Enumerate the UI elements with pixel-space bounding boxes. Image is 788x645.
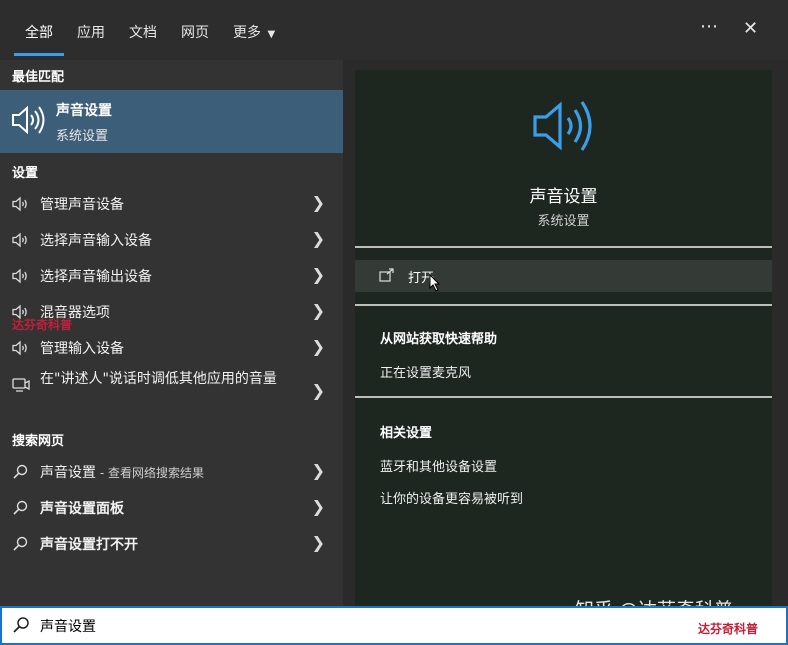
web-help-link[interactable]: 正在设置麦克风 (380, 362, 471, 381)
tab-documents[interactable]: 文档 (129, 22, 157, 42)
active-tab-indicator (14, 53, 64, 56)
related-link-hear-better[interactable]: 让你的设备更容易被听到 (380, 488, 523, 507)
divider (355, 396, 772, 398)
chevron-right-icon: ❯ (311, 265, 325, 284)
web-item-suffix: - 查看网络搜索结果 (96, 466, 204, 480)
search-header: 全部 应用 文档 网页 更多 ▼ ⋯ ✕ (0, 0, 788, 60)
web-item-sound-settings[interactable]: 声音设置 - 查看网络搜索结果 ❯ (0, 455, 343, 489)
search-input[interactable] (38, 614, 642, 638)
search-icon (13, 536, 28, 551)
settings-item-label: 管理输入设备 (40, 341, 124, 357)
speaker-icon (12, 268, 27, 284)
chevron-right-icon: ❯ (311, 337, 325, 356)
web-item-sound-settings-panel[interactable]: 声音设置面板 ❯ (0, 491, 343, 525)
search-icon (13, 500, 28, 515)
preview-card: 声音设置 系统设置 打开 从网站获取快速帮助 正在设置麦克风 相关设置 蓝牙和其… (355, 70, 772, 608)
chevron-right-icon: ❯ (311, 301, 325, 320)
tab-apps[interactable]: 应用 (77, 22, 105, 42)
best-match-title: 声音设置 (56, 103, 112, 119)
web-search-header: 搜索网页 (12, 434, 65, 449)
settings-item-sound-input[interactable]: 选择声音输入设备 ❯ (0, 223, 343, 257)
chevron-right-icon: ❯ (311, 193, 325, 212)
web-help-header: 从网站获取快速帮助 (380, 332, 498, 347)
chevron-right-icon: ❯ (311, 461, 325, 480)
tab-more-label: 更多 (233, 25, 261, 41)
settings-item-manage-input[interactable]: 管理输入设备 ❯ (0, 331, 343, 365)
speaker-icon (12, 340, 27, 356)
settings-item-label: 选择声音输出设备 (40, 269, 152, 285)
web-item-query: 声音设置 (40, 465, 96, 481)
tab-more[interactable]: 更多 ▼ (233, 22, 275, 42)
web-item-label: 声音设置 - 查看网络搜索结果 (40, 462, 204, 482)
results-panel: 最佳匹配 声音设置 系统设置 设置 管理声音设备 ❯ 选择声音输入设备 ❯ 选择… (0, 60, 343, 608)
speaker-icon (12, 196, 27, 212)
related-settings-header: 相关设置 (380, 426, 433, 441)
web-item-label: 声音设置面板 (40, 501, 124, 517)
settings-header: 设置 (12, 166, 39, 181)
preview-subtitle: 系统设置 (537, 214, 590, 229)
web-item-label: 声音设置打不开 (40, 537, 138, 553)
chevron-right-icon: ❯ (311, 497, 325, 516)
open-button[interactable]: 打开 (355, 260, 772, 292)
close-icon[interactable]: ✕ (743, 18, 758, 39)
settings-item-narrator-volume[interactable]: 在"讲述人"说话时调低其他应用的音量 ❯ (0, 367, 343, 417)
caret-down-icon: ▼ (267, 29, 276, 40)
chevron-right-icon: ❯ (311, 381, 325, 400)
speaker-icon (533, 101, 592, 151)
best-match-header: 最佳匹配 (12, 70, 65, 85)
tab-web[interactable]: 网页 (181, 22, 209, 42)
divider (355, 246, 772, 248)
related-link-bluetooth[interactable]: 蓝牙和其他设备设置 (380, 456, 497, 475)
settings-item-sound-output[interactable]: 选择声音输出设备 ❯ (0, 259, 343, 293)
preview-panel: 声音设置 系统设置 打开 从网站获取快速帮助 正在设置麦克风 相关设置 蓝牙和其… (343, 60, 788, 608)
watermark-red: 达芬奇科普 (12, 318, 73, 332)
preview-title: 声音设置 (529, 187, 598, 207)
search-bar[interactable]: 达芬奇科普 (0, 606, 788, 645)
search-icon (13, 464, 28, 479)
speaker-icon (12, 105, 45, 135)
search-icon (13, 617, 29, 633)
divider (355, 304, 772, 306)
settings-item-label: 选择声音输入设备 (40, 233, 152, 249)
settings-item-label: 管理声音设备 (40, 197, 124, 213)
web-item-sound-settings-wont-open[interactable]: 声音设置打不开 ❯ (0, 527, 343, 561)
speaker-icon (12, 232, 27, 248)
settings-item-label: 在"讲述人"说话时调低其他应用的音量 (40, 371, 277, 387)
open-icon (379, 268, 394, 282)
chevron-right-icon: ❯ (311, 533, 325, 552)
mouse-cursor-icon (429, 274, 441, 292)
settings-item-manage-sound-devices[interactable]: 管理声音设备 ❯ (0, 187, 343, 221)
watermark-red: 达芬奇科普 (698, 622, 759, 636)
ellipsis-icon[interactable]: ⋯ (700, 16, 718, 37)
chevron-right-icon: ❯ (311, 229, 325, 248)
best-match-subtitle: 系统设置 (56, 129, 109, 144)
best-match-item[interactable]: 声音设置 系统设置 (0, 90, 343, 153)
tab-all[interactable]: 全部 (25, 22, 53, 42)
narrator-icon (12, 378, 30, 392)
